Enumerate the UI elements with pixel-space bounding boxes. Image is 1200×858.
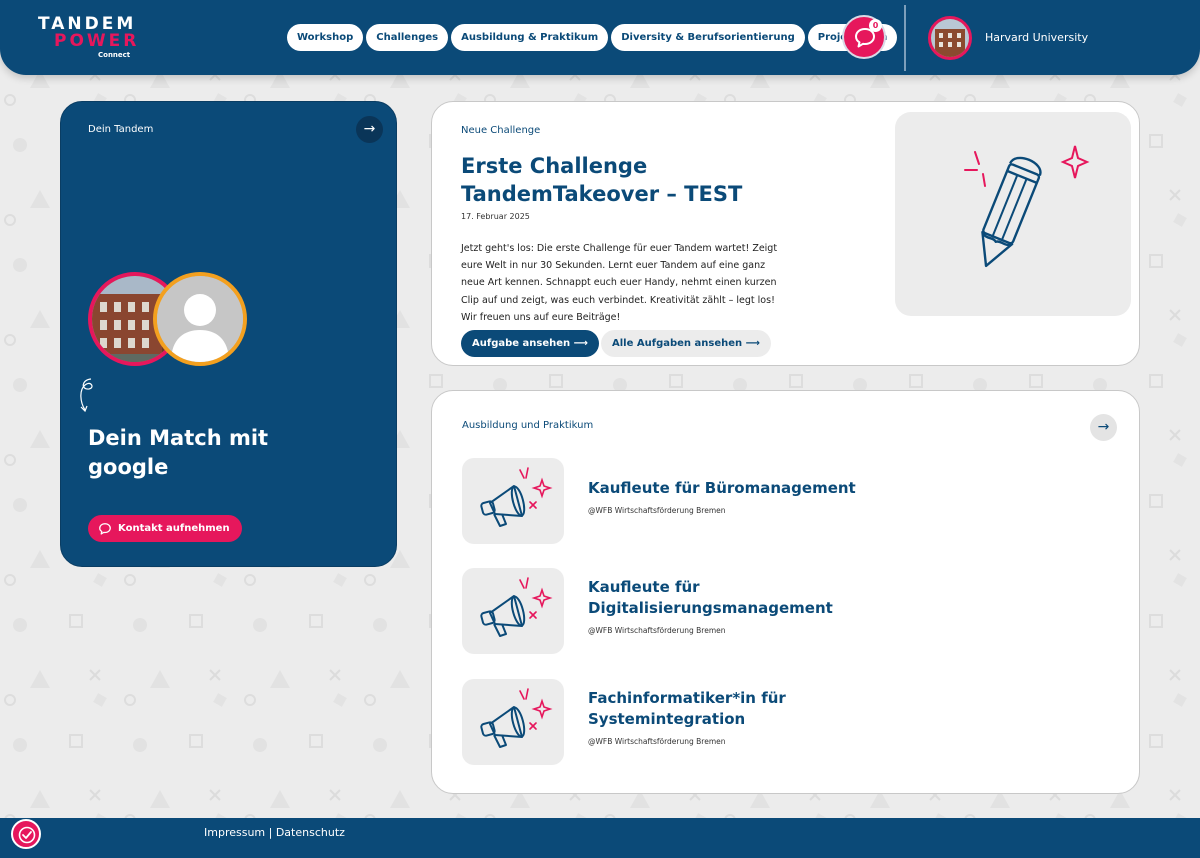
main-nav: Workshop Challenges Ausbildung & Praktik… [287, 24, 898, 51]
logo-line-2: POWER [54, 31, 140, 51]
footer: Impressum | Datenschutz [0, 818, 1200, 858]
chat-bubble-icon [99, 522, 111, 535]
tandem-card: Dein Tandem → Dein Match mit google Kont… [60, 101, 397, 567]
match-title: Dein Match mit google [88, 426, 269, 479]
job-thumbnail [462, 458, 564, 544]
megaphone-icon [480, 688, 553, 748]
job-organization: @WFB Wirtschaftsförderung Bremen [588, 626, 726, 635]
job-organization: @WFB Wirtschaftsförderung Bremen [588, 737, 726, 746]
accessibility-icon [18, 826, 36, 844]
chat-count-badge: 0 [869, 19, 882, 32]
job-title: Kaufleute für Digitalisierungsmanagement [588, 578, 833, 617]
job-thumbnail [462, 568, 564, 654]
nav-item-ausbildung[interactable]: Ausbildung & Praktikum [451, 24, 609, 51]
challenge-label: Neue Challenge [461, 125, 541, 136]
list-item[interactable]: Fachinformatiker*in für Systemintegratio… [462, 679, 1102, 765]
challenge-date: 17. Februar 2025 [461, 212, 530, 221]
tandem-arrow-button[interactable]: → [356, 116, 383, 143]
challenge-title: Erste Challenge TandemTakeover – TEST [461, 154, 743, 206]
view-task-button[interactable]: Aufgabe ansehen ⟶ [461, 330, 599, 357]
tandem-label: Dein Tandem [88, 124, 154, 135]
arrow-right-icon: → [1097, 419, 1110, 435]
all-tasks-button[interactable]: Alle Aufgaben ansehen ⟶ [601, 330, 771, 357]
tandem-power-logo[interactable]: TANDEM POWER Connect [38, 14, 138, 62]
all-tasks-label: Alle Aufgaben ansehen [612, 338, 743, 349]
arrow-right-icon: → [363, 121, 376, 137]
arrow-right-icon: ⟶ [745, 338, 760, 349]
squiggle-arrow-icon [80, 378, 93, 413]
challenge-illustration [895, 112, 1131, 316]
job-title: Fachinformatiker*in für Systemintegratio… [588, 689, 786, 728]
contact-button[interactable]: Kontakt aufnehmen [88, 515, 242, 542]
megaphone-icon [480, 467, 553, 527]
person-silhouette-icon [157, 276, 243, 362]
view-task-label: Aufgabe ansehen [472, 338, 571, 349]
nav-item-diversity[interactable]: Diversity & Berufsorientierung [611, 24, 805, 51]
building-photo [931, 19, 969, 57]
top-header: TANDEM POWER Connect Workshop Challenges… [0, 0, 1200, 75]
pencil-illustration-icon [964, 145, 1090, 268]
list-item[interactable]: Kaufleute für Büromanagement @WFB Wirtsc… [462, 458, 1102, 544]
megaphone-icon [480, 577, 553, 637]
footer-links[interactable]: Impressum | Datenschutz [204, 826, 345, 839]
profile-name[interactable]: Harvard University [985, 31, 1088, 44]
nav-item-workshop[interactable]: Workshop [287, 24, 364, 51]
job-title: Kaufleute für Büromanagement [588, 479, 856, 497]
ausbildung-arrow-button[interactable]: → [1090, 414, 1117, 441]
arrow-right-icon: ⟶ [573, 338, 588, 349]
job-organization: @WFB Wirtschaftsförderung Bremen [588, 506, 726, 515]
job-thumbnail [462, 679, 564, 765]
nav-item-challenges[interactable]: Challenges [366, 24, 449, 51]
logo-line-3: Connect [98, 51, 131, 59]
header-divider [904, 5, 906, 71]
ausbildung-label: Ausbildung und Praktikum [462, 420, 594, 431]
chat-button[interactable]: 0 [842, 15, 886, 59]
list-item[interactable]: Kaufleute für Digitalisierungsmanagement… [462, 568, 1102, 654]
profile-avatar[interactable] [928, 16, 972, 60]
accessibility-button[interactable] [11, 819, 41, 849]
challenge-card: Neue Challenge Erste Challenge TandemTak… [431, 101, 1140, 366]
contact-button-label: Kontakt aufnehmen [118, 523, 230, 534]
challenge-description: Jetzt geht's los: Die erste Challenge fü… [461, 243, 778, 323]
ausbildung-card: Ausbildung und Praktikum → Kaufleute für… [431, 390, 1140, 794]
user-placeholder-avatar [153, 272, 247, 366]
